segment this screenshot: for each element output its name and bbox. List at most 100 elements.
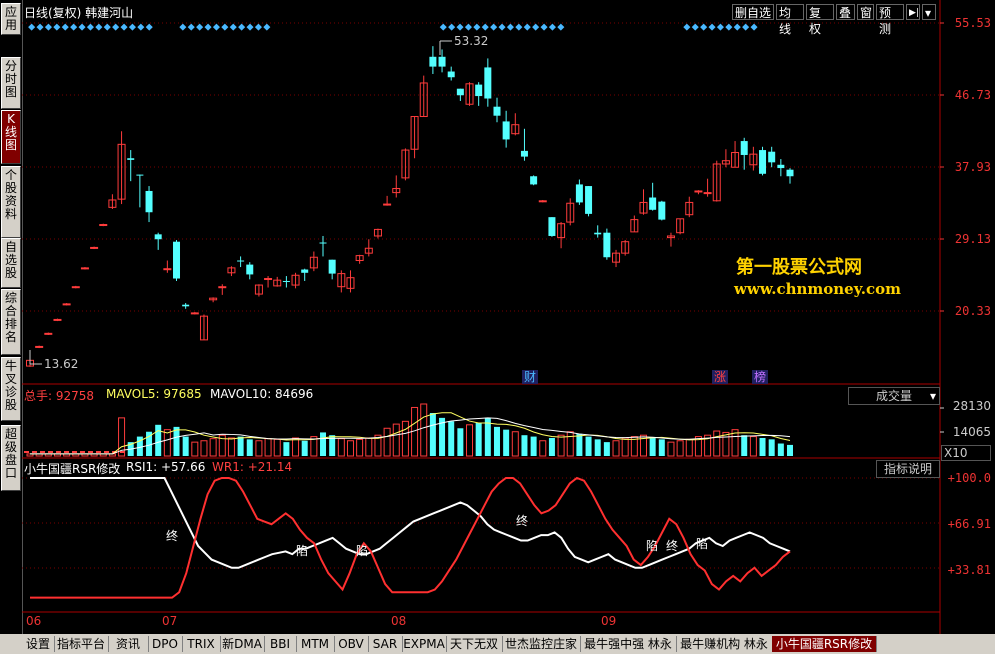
volume-unit: X10 [941, 445, 991, 461]
candle-body-up [538, 200, 547, 203]
bottom-tab-10[interactable]: EXPMA [402, 636, 447, 652]
signal-marker: 陷 [646, 538, 658, 553]
bottom-tab-9[interactable]: SAR [368, 636, 403, 652]
signal-diamond [28, 23, 36, 31]
candle-body-down [237, 260, 245, 262]
candle-body-down [493, 106, 501, 116]
signal-diamond [683, 23, 691, 31]
signal-diamond [708, 23, 716, 31]
volume-bar-down [493, 426, 500, 456]
bottom-tab-7[interactable]: MTM [296, 636, 335, 652]
candle-body-down [786, 169, 794, 177]
volume-bar-down [182, 436, 189, 456]
bottom-tab-0[interactable]: 设置 [22, 636, 55, 652]
bottom-tab-4[interactable]: TRIX [182, 636, 221, 652]
rsi-axis-33: +33.81 [947, 563, 991, 577]
signal-diamond [137, 23, 145, 31]
bottom-tab-bar: 设置 指标平台 资讯 DPO TRIX 新DMA BBI MTM OBV SAR EXPMA 天下无双… [0, 634, 995, 654]
volume-bar-up [420, 403, 428, 457]
candle-body-up [62, 303, 71, 306]
candle-body-down [145, 190, 153, 213]
bottom-tab-14[interactable]: 最牛赚机构 林永 [676, 636, 773, 652]
candle-body-up [90, 246, 99, 249]
signal-diamond [700, 23, 708, 31]
volume-bar-up [264, 438, 272, 457]
signal-diamond [540, 23, 548, 31]
volume-bar-up [273, 438, 281, 457]
signal-diamond [120, 23, 128, 31]
signal-diamond [725, 23, 733, 31]
volume-bar-down [530, 436, 537, 456]
bottom-tab-8[interactable]: OBV [334, 636, 369, 652]
bottom-tab-11[interactable]: 天下无双 [446, 636, 503, 652]
event-marker-label: 榜 [754, 369, 766, 384]
indicator-help-button[interactable]: 指标说明 [876, 460, 940, 478]
volume-total-label: 总手: 92758 [24, 389, 95, 403]
mavol10-label: MAVOL10: 84696 [210, 387, 314, 401]
candle-body-down [768, 151, 776, 163]
candle-body-up [71, 286, 80, 289]
volume-axis-mid: 14065 [952, 425, 991, 439]
signal-marker: 终 [666, 538, 678, 553]
signal-diamond [196, 23, 204, 31]
bottom-tab-6[interactable]: BBI [264, 636, 297, 652]
volume-bar-down [429, 413, 436, 456]
volume-bar-up [337, 438, 345, 457]
volume-bar-up [255, 440, 263, 457]
candle-body-down [520, 150, 528, 157]
indicator-name: 小牛国疆RSR修改 [24, 462, 121, 476]
bottom-tab-3[interactable]: DPO [148, 636, 183, 652]
volume-bar-up [539, 440, 547, 457]
signal-diamond [750, 23, 758, 31]
signal-diamond [473, 23, 481, 31]
volume-bar-down [475, 422, 482, 456]
price-tick-label: 55.53 [954, 16, 991, 30]
bottom-tab-2[interactable]: 资讯 [108, 636, 149, 652]
candle-body-down [548, 217, 556, 236]
candle-body-down [246, 264, 254, 275]
stock-chart: 53.3213.62财涨榜终陷 陷终陷终陷 [22, 0, 944, 634]
volume-bar-up [621, 437, 629, 457]
bottom-tab-1[interactable]: 指标平台 [54, 636, 109, 652]
volume-bar-down [301, 440, 308, 456]
volume-bar-up [722, 431, 730, 457]
price-tick-label: 29.13 [954, 232, 991, 246]
signal-diamond [229, 23, 237, 31]
candle-body-down [328, 259, 336, 274]
volume-bar-down [787, 444, 793, 456]
volume-bar-down [658, 439, 665, 456]
volume-bar-up [392, 423, 400, 457]
volume-bar-up [511, 431, 519, 457]
rsi-axis-66: +66.91 [947, 517, 991, 531]
candle-body-down [594, 232, 602, 235]
volume-bar-up [191, 441, 199, 457]
volume-dropdown-label: 成交量 [875, 389, 912, 403]
bottom-tab-5[interactable]: 新DMA [220, 636, 265, 652]
candle-body-down [502, 121, 510, 140]
volume-bar-up [163, 429, 171, 457]
signal-diamond [456, 23, 464, 31]
candle-body-down [484, 67, 492, 99]
volume-indicator-dropdown[interactable]: 成交量 ▾ [848, 387, 940, 405]
candle-body-up [218, 286, 227, 289]
candle-body-down [182, 304, 190, 307]
volume-bar-up [356, 438, 364, 457]
signal-diamond [78, 23, 86, 31]
signal-diamond [145, 23, 153, 31]
bottom-tab-13[interactable]: 最牛强中强 林永 [580, 636, 677, 652]
signal-diamond [179, 23, 187, 31]
volume-bar-up [466, 424, 474, 457]
signal-diamond [70, 23, 78, 31]
candle-body-up [163, 268, 172, 271]
mavol5-label: MAVOL5: 97685 [106, 387, 202, 401]
signal-diamond [263, 23, 271, 31]
candle-body-up [80, 267, 89, 270]
signal-diamond [548, 23, 556, 31]
signal-diamond [238, 23, 246, 31]
bottom-tab-15[interactable]: 小牛国疆RSR修改 [772, 636, 877, 652]
signal-diamond [716, 23, 724, 31]
signal-diamond [464, 23, 472, 31]
bottom-tab-12[interactable]: 世杰监控庄家 [502, 636, 581, 652]
volume-bar-down [173, 426, 180, 456]
volume-bar-down [649, 437, 656, 456]
